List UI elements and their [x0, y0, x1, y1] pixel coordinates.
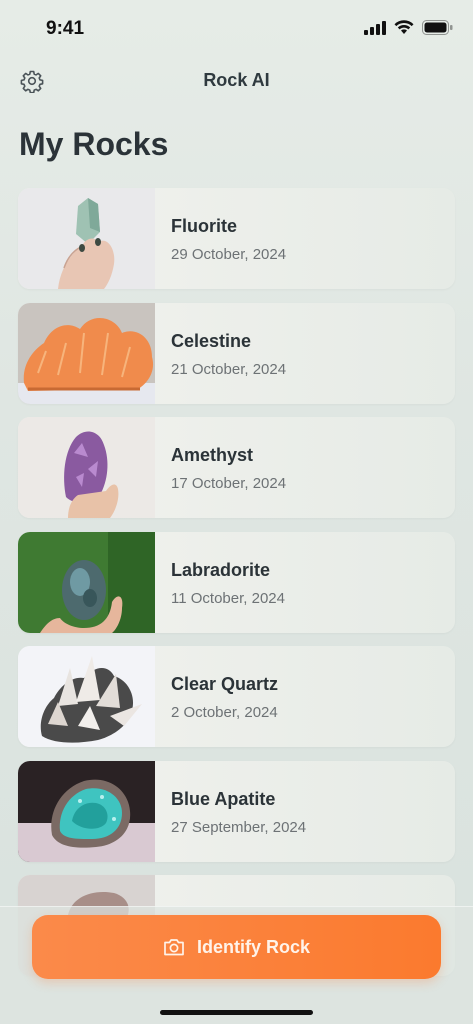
rock-name: Labradorite: [171, 559, 271, 580]
rock-card-labradorite[interactable]: Labradorite 11 October, 2024: [18, 531, 455, 633]
page-title: My Rocks: [19, 126, 169, 162]
rock-date: 17 October, 2024: [171, 475, 287, 492]
rock-list: Fluorite 29 October, 2024 Celestine 21 O…: [18, 188, 455, 990]
battery-icon: [422, 20, 453, 35]
rock-card-blue-apatite[interactable]: Blue Apatite 27 September, 2024: [18, 760, 455, 862]
cellular-signal-icon: [364, 20, 386, 35]
home-indicator: [160, 1010, 313, 1015]
rock-date: 29 October, 2024: [171, 246, 287, 263]
rock-photo-celestine: [18, 302, 155, 404]
wifi-icon: [394, 20, 414, 34]
rock-date: 11 October, 2024: [171, 589, 285, 607]
rock-card-fluorite[interactable]: Fluorite 29 October, 2024: [18, 188, 455, 289]
rock-name: Clear Quartz: [171, 674, 279, 694]
rock-card-amethyst[interactable]: Amethyst 17 October, 2024: [18, 417, 455, 518]
rock-photo-blue-apatite: [18, 760, 155, 862]
rock-photo-clear-quartz: [18, 646, 155, 747]
rock-name: Fluorite: [171, 216, 237, 236]
identify-rock-label: Identify Rock: [196, 936, 311, 957]
identify-rock-button[interactable]: Identify Rock: [32, 915, 441, 979]
rock-name: Blue Apatite: [171, 788, 276, 809]
rock-photo-labradorite: [18, 531, 155, 633]
rock-card-clear-quartz[interactable]: Clear Quartz 2 October, 2024: [18, 646, 455, 747]
rock-date: 2 October, 2024: [171, 704, 278, 721]
rock-name: Celestine: [171, 330, 252, 351]
rock-date: 21 October, 2024: [171, 360, 287, 378]
rock-date: 27 September, 2024: [171, 818, 307, 836]
status-icons: [364, 20, 453, 35]
status-bar: 9:41: [0, 0, 473, 56]
rock-card-celestine[interactable]: Celestine 21 October, 2024: [18, 302, 455, 404]
app-title: Rock AI: [203, 70, 270, 90]
nav-bar: Rock AI: [0, 62, 473, 98]
rock-photo-fluorite: [18, 188, 155, 289]
status-time: 9:41: [46, 18, 85, 39]
camera-icon: [164, 939, 184, 956]
rock-photo-amethyst: [18, 417, 155, 518]
rock-name: Amethyst: [171, 445, 254, 465]
